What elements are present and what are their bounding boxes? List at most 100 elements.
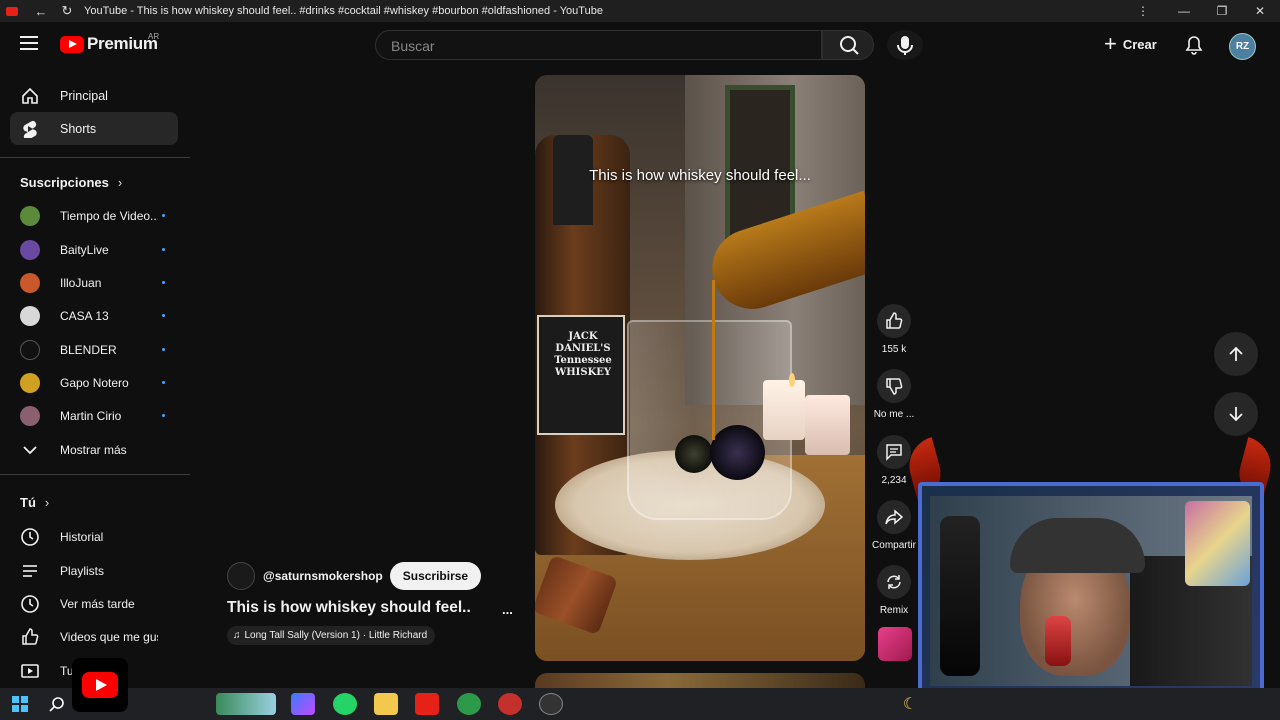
plus-icon: +	[1104, 31, 1117, 56]
copilot-icon[interactable]	[291, 693, 315, 715]
bottle-label-text: JACK DANIEL'S Tennessee WHISKEY	[554, 331, 612, 378]
streamer-cap	[1010, 518, 1145, 573]
new-content-dot	[162, 281, 165, 284]
share-button[interactable]: Compartir	[870, 500, 918, 551]
show-more-button[interactable]: Mostrar más	[10, 433, 178, 466]
widgets-icon[interactable]	[216, 693, 276, 715]
sidebar-item-subscription[interactable]: BLENDER	[10, 333, 178, 366]
channel-avatar	[20, 339, 40, 360]
new-content-dot	[162, 248, 165, 251]
youtube-logo-overlay	[72, 658, 128, 712]
more-options-icon[interactable]: ⋮	[1124, 0, 1162, 22]
account-avatar[interactable]: RZ	[1229, 33, 1256, 60]
create-button[interactable]: + Crear	[1104, 31, 1157, 56]
dislike-button[interactable]: No me ...	[870, 369, 918, 420]
search-button[interactable]	[822, 30, 874, 60]
channel-name: BLENDER	[60, 342, 117, 357]
sidebar-item-label: Principal	[60, 88, 108, 103]
remix-button[interactable]: Remix	[870, 565, 918, 616]
next-short-button[interactable]	[1214, 392, 1258, 436]
clock-icon	[20, 594, 40, 614]
like-button[interactable]: 155 k	[870, 304, 918, 355]
sidebar-item-subscription[interactable]: Gapo Notero	[10, 366, 178, 399]
short-video-player[interactable]: JACK DANIEL'S Tennessee WHISKEY This is …	[535, 75, 865, 661]
channel-name: Tiempo de Video...	[60, 208, 158, 223]
search-box	[375, 30, 822, 60]
window-title: YouTube - This is how whiskey should fee…	[84, 5, 603, 17]
you-section-header[interactable]: Tú ›	[20, 495, 49, 510]
moon-icon[interactable]: ☾	[898, 693, 922, 715]
restore-icon[interactable]: ❐	[1203, 0, 1241, 22]
channel-avatar	[20, 205, 40, 226]
sidebar-item-shorts[interactable]: Shorts	[10, 112, 178, 145]
sidebar-item-subscription[interactable]: Martin Cirio	[10, 399, 178, 432]
hamburger-menu-icon[interactable]	[20, 36, 38, 52]
arrow-down-icon	[1229, 407, 1243, 422]
search-icon[interactable]	[45, 693, 69, 715]
youtube-play-icon	[60, 35, 84, 53]
sidebar-item-subscription[interactable]: BaityLive	[10, 233, 178, 266]
browser-app-icon[interactable]	[498, 693, 522, 715]
webcam-feed	[930, 496, 1252, 686]
voice-search-button[interactable]	[887, 30, 923, 60]
video-caption: This is how whiskey should feel...	[589, 167, 811, 184]
windows-start-icon[interactable]	[8, 693, 32, 715]
candle-flame	[789, 373, 795, 387]
channel-name[interactable]: @saturnsmokershop	[263, 569, 383, 583]
chrome-icon[interactable]	[457, 693, 481, 715]
file-explorer-icon[interactable]	[374, 693, 398, 715]
channel-name: IlloJuan	[60, 275, 102, 290]
sidebar-item-historial[interactable]: Historial	[10, 520, 178, 553]
search-input[interactable]	[389, 37, 793, 55]
close-icon[interactable]: ✕	[1241, 0, 1279, 22]
divider	[0, 157, 190, 158]
channel-name: CASA 13	[60, 308, 109, 323]
new-content-dot	[162, 314, 165, 317]
sidebar-item-subscription[interactable]: CASA 13	[10, 299, 178, 332]
your-videos-icon	[20, 661, 40, 681]
short-title[interactable]: This is how whiskey should feel..	[227, 599, 517, 617]
channel-avatar	[20, 239, 40, 260]
channel-avatar[interactable]	[227, 562, 255, 590]
youtube-app-icon[interactable]	[415, 693, 439, 715]
subscriptions-header[interactable]: Suscripciones ›	[20, 175, 122, 190]
sidebar-item-label: Playlists	[60, 563, 105, 578]
sidebar: Principal Shorts Suscripciones › Tiempo …	[0, 78, 190, 686]
sidebar-item-playlists[interactable]: Playlists	[10, 554, 178, 587]
wall-art	[1185, 501, 1250, 586]
music-thumbnail[interactable]	[878, 627, 912, 661]
sidebar-item-subscription[interactable]: IlloJuan	[10, 266, 178, 299]
channel-avatar	[20, 372, 40, 393]
more-options-icon[interactable]: ...	[502, 602, 513, 617]
microphone	[1045, 616, 1071, 666]
youtube-premium-logo[interactable]: Premium AR	[60, 32, 159, 54]
obs-icon[interactable]	[539, 693, 563, 715]
minimize-icon[interactable]: —	[1165, 0, 1203, 22]
sidebar-item-watch-later[interactable]: Ver más tarde	[10, 587, 178, 620]
subscriptions-title: Suscripciones	[20, 175, 109, 190]
webcam-overlay	[918, 482, 1264, 696]
whatsapp-icon[interactable]	[333, 693, 357, 715]
subscribe-button[interactable]: Suscribirse	[389, 562, 482, 590]
create-label: Crear	[1122, 36, 1157, 52]
sidebar-item-subscription[interactable]: Tiempo de Video...	[10, 199, 178, 232]
show-more-label: Mostrar más	[60, 442, 127, 457]
browser-titlebar: ← ↻ YouTube - This is how whiskey should…	[0, 0, 1280, 22]
youtube-favicon-icon	[6, 6, 18, 16]
sidebar-item-label: Historial	[60, 529, 104, 544]
music-note-icon: ♫	[233, 630, 241, 641]
short-metadata: @saturnsmokershop Suscribirse This is ho…	[227, 562, 517, 645]
divider	[0, 474, 190, 475]
channel-name: Gapo Notero	[60, 375, 129, 390]
reload-icon[interactable]: ↻	[54, 3, 80, 19]
previous-short-button[interactable]	[1214, 332, 1258, 376]
music-chip[interactable]: ♫ Long Tall Sally (Version 1) · Little R…	[227, 626, 436, 645]
chevron-right-icon: ›	[117, 175, 123, 190]
search-icon	[840, 36, 859, 55]
sidebar-item-principal[interactable]: Principal	[10, 79, 178, 112]
channel-avatar	[20, 305, 40, 326]
back-arrow-icon[interactable]: ←	[28, 4, 54, 19]
new-content-dot	[162, 348, 165, 351]
notifications-bell-icon[interactable]	[1184, 35, 1204, 55]
sidebar-item-liked-videos[interactable]: Videos que me gus...	[10, 620, 178, 653]
